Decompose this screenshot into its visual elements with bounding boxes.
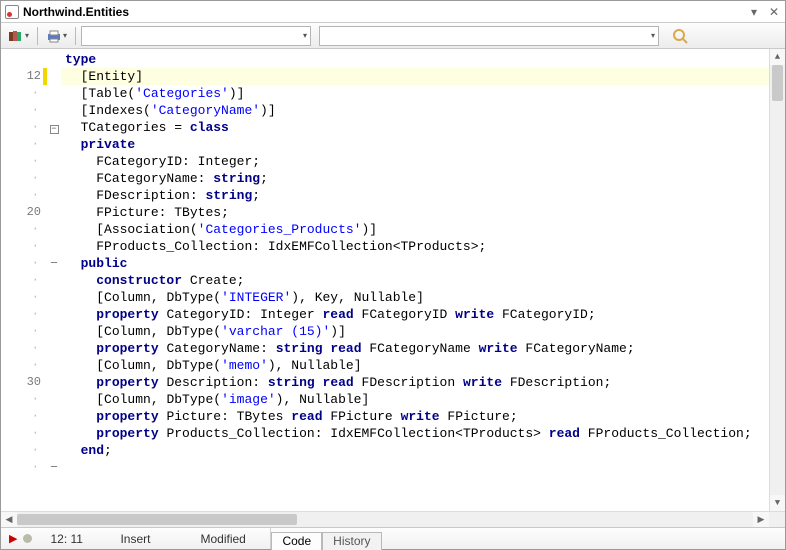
search-button[interactable] <box>669 26 693 46</box>
combo-member[interactable]: ▾ <box>319 26 659 46</box>
toolbar: ▾ ▾ ▾ ▾ <box>1 23 785 49</box>
modified-state: Modified <box>190 528 270 549</box>
caret-down-icon: ▾ <box>25 31 29 40</box>
scroll-up-icon[interactable]: ▲ <box>770 49 785 65</box>
vertical-scrollbar[interactable]: ▲ ▼ <box>769 49 785 511</box>
scroll-right-icon[interactable]: ▶ <box>753 512 769 528</box>
toolbar-separator <box>75 27 76 45</box>
caret-down-icon: ▾ <box>303 31 307 40</box>
books-button[interactable]: ▾ <box>5 26 32 46</box>
scrollbar-corner <box>769 512 785 528</box>
macro-play-icon[interactable]: ▶ <box>9 532 17 545</box>
macro-record-icon[interactable] <box>23 534 32 543</box>
code-area[interactable]: type [Entity] [Table('Categories')] [Ind… <box>61 49 769 511</box>
title-bar: Northwind.Entities ▾ ✕ <box>1 1 785 23</box>
tab-history[interactable]: History <box>322 532 381 550</box>
status-bar: ▶ 12: 11 Insert Modified Code History <box>1 527 785 549</box>
caret-down-icon: ▾ <box>651 31 655 40</box>
chevron-down-icon[interactable]: ▾ <box>747 5 761 19</box>
print-button[interactable]: ▾ <box>43 26 70 46</box>
insert-mode: Insert <box>110 528 190 549</box>
scroll-track[interactable] <box>770 65 785 495</box>
close-icon[interactable]: ✕ <box>767 5 781 19</box>
combo-scope[interactable]: ▾ <box>81 26 311 46</box>
scroll-thumb[interactable] <box>772 65 783 101</box>
scroll-left-icon[interactable]: ◀ <box>1 512 17 528</box>
file-title: Northwind.Entities <box>23 5 129 19</box>
fold-column[interactable]: −−− <box>47 49 61 511</box>
horizontal-scrollbar[interactable]: ◀ ▶ <box>1 511 785 527</box>
bottom-tabs: Code History <box>271 528 381 549</box>
scroll-track[interactable] <box>17 512 753 527</box>
code-editor[interactable]: 122030 −−− type [Entity] [Table('Categor… <box>1 49 785 511</box>
caret-down-icon: ▾ <box>63 31 67 40</box>
scroll-down-icon[interactable]: ▼ <box>770 495 785 511</box>
toolbar-separator <box>37 27 38 45</box>
file-icon <box>5 5 19 19</box>
line-number-gutter: 122030 <box>1 49 47 511</box>
tab-code[interactable]: Code <box>271 532 322 550</box>
cursor-position: 12: 11 <box>40 528 110 549</box>
scroll-thumb[interactable] <box>17 514 297 525</box>
